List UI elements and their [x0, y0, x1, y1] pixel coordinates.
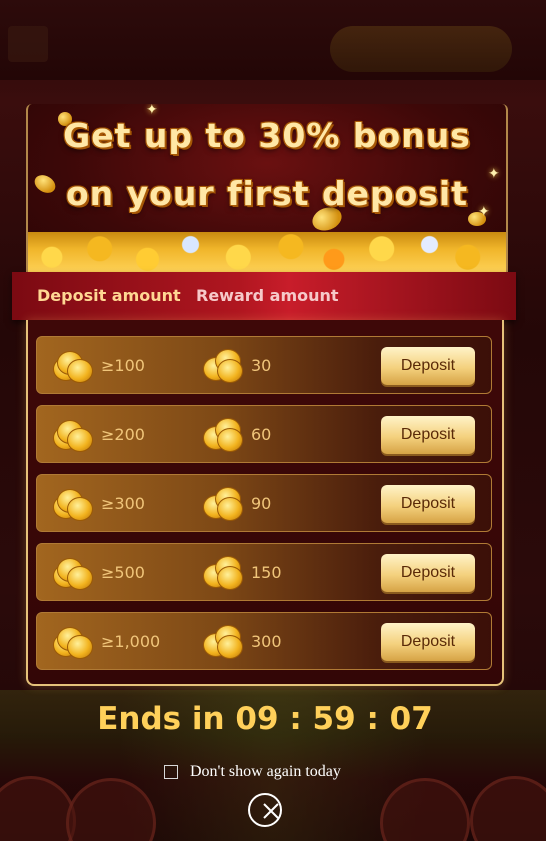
- deposit-amount: ≥100: [101, 356, 145, 375]
- close-icon: [263, 803, 279, 819]
- banner-title-line1: Get up to 30% bonus: [63, 116, 471, 155]
- column-deposit-amount: Deposit amount: [37, 286, 181, 305]
- bonus-popup: ✦ ✦ ✦ Get up to 30% bonus on your first …: [12, 104, 516, 688]
- bonus-table: ≥100 30 Deposit ≥200 60 Deposit ≥300 90 …: [26, 320, 504, 686]
- coin-stack-icon: [203, 349, 243, 383]
- close-button[interactable]: [248, 793, 282, 827]
- dont-show-label: Don't show again today: [190, 763, 341, 780]
- deposit-amount: ≥300: [101, 494, 145, 513]
- bonus-row: ≥500 150 Deposit: [36, 543, 492, 601]
- background-home-icon: [8, 26, 48, 62]
- coin-stack-icon: [53, 489, 93, 521]
- coin-stack-icon: [53, 420, 93, 452]
- bonus-banner: ✦ ✦ ✦ Get up to 30% bonus on your first …: [26, 104, 508, 274]
- deposit-amount: ≥1,000: [101, 632, 161, 651]
- banner-title-line2: on your first deposit: [66, 174, 468, 213]
- reward-amount: 30: [251, 356, 272, 375]
- deposit-button[interactable]: Deposit: [381, 554, 475, 592]
- deposit-button[interactable]: Deposit: [381, 347, 475, 385]
- dont-show-again-option[interactable]: Don't show again today: [164, 762, 341, 782]
- coin-stack-icon: [203, 418, 243, 452]
- coin-stack-icon: [53, 351, 93, 383]
- coin-stack-icon: [203, 556, 243, 590]
- reward-amount: 300: [251, 632, 282, 651]
- table-header: Deposit amount Reward amount: [12, 272, 516, 320]
- dont-show-checkbox[interactable]: [164, 765, 178, 779]
- deposit-button[interactable]: Deposit: [381, 485, 475, 523]
- deposit-amount: ≥500: [101, 563, 145, 582]
- countdown-timer: Ends in 09 : 59 : 07: [97, 701, 433, 737]
- deposit-button[interactable]: Deposit: [381, 416, 475, 454]
- reward-amount: 60: [251, 425, 272, 444]
- background-balance-pill: [330, 26, 512, 72]
- coin-stack-icon: [203, 487, 243, 521]
- bonus-row: ≥200 60 Deposit: [36, 405, 492, 463]
- reward-amount: 90: [251, 494, 272, 513]
- deposit-button[interactable]: Deposit: [381, 623, 475, 661]
- column-reward-amount: Reward amount: [196, 286, 339, 305]
- bonus-row: ≥1,000 300 Deposit: [36, 612, 492, 670]
- deposit-amount: ≥200: [101, 425, 145, 444]
- coin-stack-icon: [203, 625, 243, 659]
- reward-amount: 150: [251, 563, 282, 582]
- coin-stack-icon: [53, 558, 93, 590]
- bonus-row: ≥300 90 Deposit: [36, 474, 492, 532]
- bonus-row: ≥100 30 Deposit: [36, 336, 492, 394]
- coin-pile-image: [28, 232, 506, 274]
- coin-stack-icon: [53, 627, 93, 659]
